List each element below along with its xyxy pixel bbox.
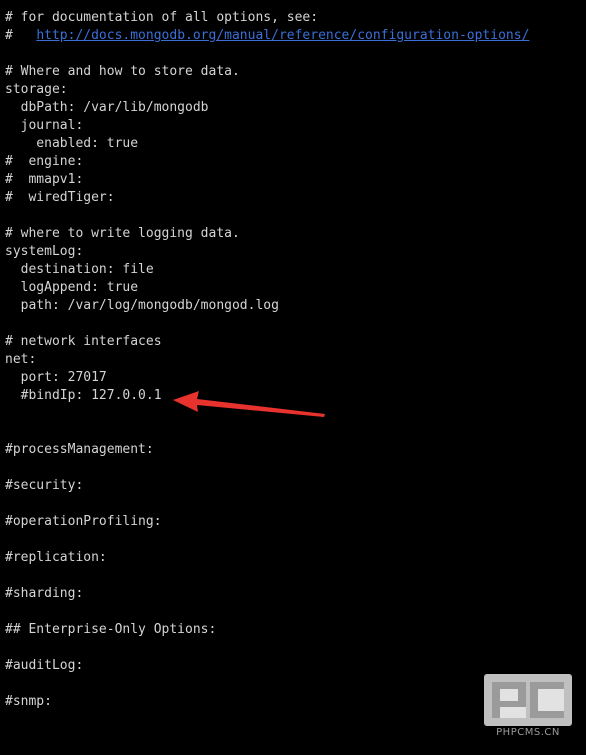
comment-network: # network interfaces [5,334,162,349]
engine-comment: # engine: [5,154,84,169]
comment-docs-link-line: # http://docs.mongodb.org/manual/referen… [5,27,529,45]
watermark: PHPCMS.CN [484,674,572,744]
replication-comment: #replication: [5,550,107,565]
destination-line: destination: file [5,262,154,277]
journal-enabled-line: enabled: true [5,136,139,151]
mmapv1-comment: # mmapv1: [5,172,84,187]
port-line: port: 27017 [5,370,107,385]
systemlog-key: systemLog: [5,244,84,259]
comment-docs-header: # for documentation of all options, see: [5,10,319,25]
arrow-icon [173,391,325,417]
window-border [586,0,590,755]
pc-logo-icon [484,674,572,726]
dbpath-line: dbPath: /var/lib/mongodb [5,100,209,115]
journal-key: journal: [5,118,84,133]
auditlog-comment: #auditLog: [5,658,84,673]
comment-storage: # Where and how to store data. [5,64,240,79]
process-management-comment: #processManagement: [5,442,154,457]
storage-key: storage: [5,82,68,97]
documentation-link[interactable]: http://docs.mongodb.org/manual/reference… [36,28,529,43]
net-key: net: [5,352,37,367]
logappend-line: logAppend: true [5,280,139,295]
bindip-line: #bindIp: 127.0.0.1 [5,388,162,403]
comment-logging: # where to write logging data. [5,226,240,241]
watermark-site: PHPCMS.CN [496,727,560,738]
enterprise-options-comment: ## Enterprise-Only Options: [5,622,217,637]
snmp-comment: #snmp: [5,694,52,709]
sharding-comment: #sharding: [5,586,84,601]
operation-profiling-comment: #operationProfiling: [5,514,162,529]
wiredtiger-comment: # wiredTiger: [5,190,115,205]
terminal-window[interactable]: # for documentation of all options, see:… [0,0,586,755]
comment-hash: # [5,28,37,43]
log-path-line: path: /var/log/mongodb/mongod.log [5,298,279,313]
security-comment: #security: [5,478,84,493]
